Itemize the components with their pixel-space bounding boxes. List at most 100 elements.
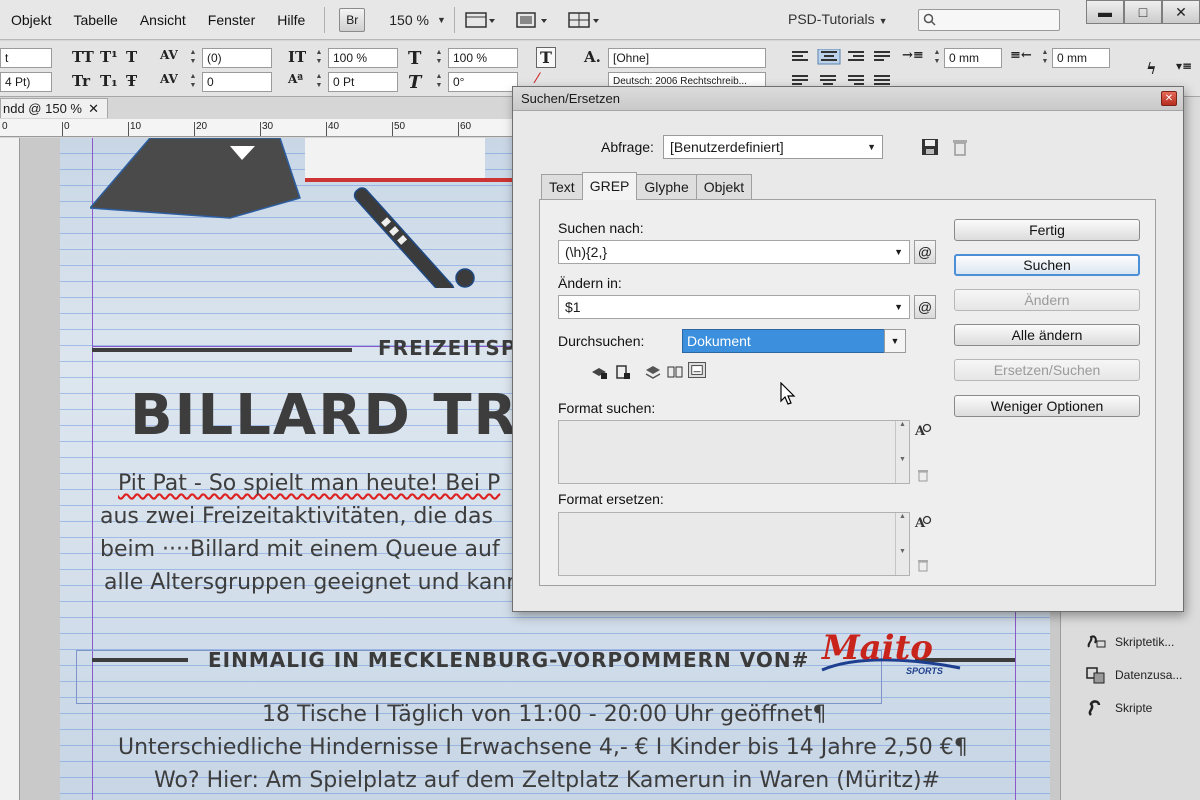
small-caps-icon[interactable]: Tr [72,72,90,90]
menu-objekt[interactable]: Objekt [0,12,62,28]
ruler-tick-label: 10 [130,121,142,132]
baseline-shift-stepper[interactable]: ▲ ▼ [314,72,324,92]
right-indent-stepper[interactable]: ▲ ▼ [1040,48,1050,68]
left-indent-field[interactable]: 0 mm [944,48,1002,68]
body-text-line[interactable]: beim ····Billard mit einem Queue auf [100,537,500,562]
tab-glyph[interactable]: Glyphe [636,174,697,200]
minimize-icon[interactable]: ▬ [1086,0,1124,24]
screen-mode-icon[interactable] [511,9,551,31]
master-pages-icon[interactable] [666,364,684,380]
search-for-input[interactable]: (\h){2,} ▼ [558,240,910,264]
arrange-documents-icon[interactable] [565,9,605,31]
panel-item-script-label[interactable]: Skriptetik... [1085,633,1174,651]
font-size-field[interactable]: t [0,48,52,68]
query-select[interactable]: [Benutzerdefiniert] ▼ [663,135,883,159]
change-to-input[interactable]: $1 ▼ [558,295,910,319]
tracking-field[interactable]: 0 [202,72,272,92]
search-scope-select[interactable]: Dokument [682,329,906,353]
workspace-switcher[interactable]: PSD-Tutorials ▼ [788,11,888,27]
left-indent-stepper[interactable]: ▲ ▼ [932,48,942,68]
delete-query-icon[interactable] [951,138,969,156]
fewer-options-button[interactable]: Weniger Optionen [954,395,1140,417]
kerning-field[interactable]: (0) [202,48,272,68]
horizontal-scale-field[interactable]: 100 % [448,48,518,68]
tab-object[interactable]: Objekt [695,174,753,200]
chevron-down-icon[interactable]: ▼ [884,329,906,353]
document-tab[interactable]: ndd @ 150 % ✕ [0,98,108,118]
done-button[interactable]: Fertig [954,219,1140,241]
panel-item-data-merge[interactable]: Datenzusa... [1085,666,1182,684]
body-text-line[interactable]: aus zwei Freizeitaktivitäten, die das [100,504,493,529]
clear-format-replace-icon[interactable] [916,558,930,572]
hidden-layers-icon[interactable] [644,364,662,380]
kerning-stepper[interactable]: ▲ ▼ [188,48,198,68]
chevron-down-icon[interactable]: ▼ [894,241,903,263]
search-special-chars-button[interactable]: @ [914,240,936,264]
chevron-down-icon[interactable]: ▼ [894,296,903,318]
body-text-line[interactable]: alle Altersgruppen geeignet und kann [104,570,520,595]
change-all-button[interactable]: Alle ändern [954,324,1140,346]
text-frame-icon[interactable]: T [536,47,556,68]
close-icon[interactable]: ✕ [1161,91,1177,106]
tab-text[interactable]: Text [541,174,583,200]
vertical-scale-field[interactable]: 100 % [328,48,398,68]
vertical-scale-stepper[interactable]: ▲ ▼ [314,48,324,68]
text-color-icon[interactable]: ⁄ [536,71,538,87]
format-search-box[interactable]: ▲ ▼ [558,420,910,484]
subscript-icon[interactable]: T₁ [100,72,118,90]
body-text-line[interactable]: Pit Pat - So spielt man heute! Bei P [118,471,500,496]
panel-menu-icon[interactable]: ▾≡ [1176,59,1192,73]
region-heading[interactable]: EINMALIG IN MECKLENBURG-VORPOMMERN VON# [208,648,809,672]
footnotes-icon[interactable] [688,362,706,378]
horizontal-scale-stepper[interactable]: ▲ ▼ [434,48,444,68]
vertical-ruler[interactable] [0,138,20,800]
superscript-icon[interactable]: T¹ [100,48,118,66]
zoom-level[interactable]: 150 % [389,12,429,28]
panel-item-scripts[interactable]: Skripte [1085,699,1152,717]
all-caps-icon[interactable]: TT [72,48,94,66]
bridge-button[interactable]: Br [339,7,366,32]
ruler-tick-label: 20 [196,121,208,132]
chevron-down-icon[interactable]: ▼ [437,15,446,25]
menu-tabelle[interactable]: Tabelle [62,12,128,28]
close-icon[interactable]: ✕ [1162,0,1200,24]
help-search-input[interactable] [918,9,1060,31]
right-indent-field[interactable]: 0 mm [1052,48,1110,68]
skew-stepper[interactable]: ▲ ▼ [434,72,444,92]
menu-fenster[interactable]: Fenster [197,12,266,28]
leading-field[interactable]: 4 Pt) [0,72,52,92]
strikethrough-icon[interactable]: Ŧ [126,72,137,90]
clear-format-search-icon[interactable] [916,468,930,482]
save-query-icon[interactable] [921,138,939,156]
scrollbar[interactable]: ▲ ▼ [895,513,909,575]
underline-icon[interactable]: T [126,48,137,66]
menu-ansicht[interactable]: Ansicht [129,12,197,28]
info-line[interactable]: Wo? Hier: Am Spielplatz auf dem Zeltplat… [154,768,940,793]
specify-format-replace-icon[interactable]: A [914,514,932,530]
specify-format-search-icon[interactable]: A [914,422,932,438]
view-options-icon[interactable] [463,9,497,31]
right-indent-value: 0 mm [1057,51,1087,65]
alignment-icons[interactable] [790,49,894,65]
menu-hilfe[interactable]: Hilfe [266,12,316,28]
locked-layers-icon[interactable] [590,364,608,380]
dialog-titlebar[interactable]: Suchen/Ersetzen ✕ [513,87,1183,111]
lightning-icon[interactable]: ϟ [1146,59,1157,78]
change-find-button[interactable]: Ersetzen/Suchen [954,359,1140,381]
close-icon[interactable]: ✕ [88,99,99,118]
maximize-icon[interactable]: □ [1124,0,1162,24]
change-button[interactable]: Ändern [954,289,1140,311]
info-line[interactable]: Unterschiedliche Hindernisse I Erwachsen… [118,735,968,760]
format-replace-box[interactable]: ▲ ▼ [558,512,910,576]
skew-field[interactable]: 0° [448,72,518,92]
character-style-select[interactable]: [Ohne] [608,48,766,68]
find-button[interactable]: Suchen [954,254,1140,276]
info-line[interactable]: 18 Tische I Täglich von 11:00 - 20:00 Uh… [262,702,826,727]
replace-special-chars-button[interactable]: @ [914,295,936,319]
sub-heading[interactable]: FREIZEITSPA [378,336,531,360]
tracking-stepper[interactable]: ▲ ▼ [188,72,198,92]
baseline-shift-field[interactable]: 0 Pt [328,72,398,92]
tab-grep[interactable]: GREP [581,172,638,200]
scrollbar[interactable]: ▲ ▼ [895,421,909,483]
locked-stories-icon[interactable] [614,364,632,380]
